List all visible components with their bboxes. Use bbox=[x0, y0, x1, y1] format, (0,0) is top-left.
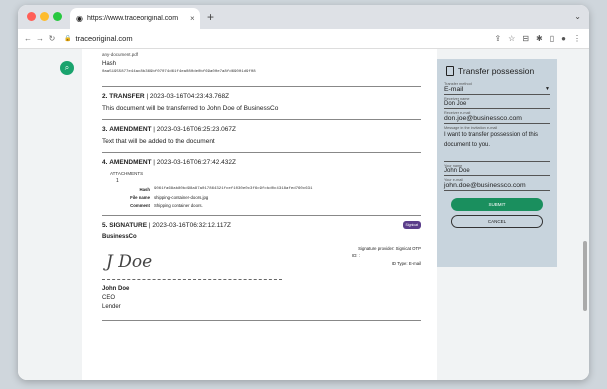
scrollbar[interactable] bbox=[583, 241, 587, 311]
handwritten-signature: J Doe bbox=[106, 252, 153, 272]
transfer-method-select[interactable]: E-mail ▼ bbox=[444, 86, 550, 95]
browser-toolbar: ⇪ ☆ ⊟ ✱ ▯ ● ⋮ bbox=[494, 34, 581, 43]
section-heading: 2. TRANSFER | 2023-03-16T04:23:43.768Z bbox=[102, 93, 230, 100]
zoom-icon[interactable]: ⌕ bbox=[60, 61, 74, 75]
receiver-name-input[interactable]: Don Joe bbox=[444, 101, 550, 109]
browser-tab[interactable]: ◉ https://www.traceoriginal.com × bbox=[70, 8, 200, 29]
hash-label: Hash bbox=[102, 61, 117, 67]
minimize-window-icon[interactable] bbox=[40, 12, 49, 21]
dropdown-arrow-icon: ▼ bbox=[545, 86, 550, 92]
sidebar-icon[interactable]: ▯ bbox=[550, 34, 554, 43]
forward-icon[interactable]: → bbox=[34, 34, 46, 43]
amendment-attachment-section: 4. AMENDMENT | 2023-03-16T06:27:42.432Z … bbox=[102, 152, 421, 215]
signer-id: ID: : bbox=[352, 253, 360, 258]
attachments-label: ATTACHMENTS bbox=[110, 171, 144, 176]
tab-bar: ◉ https://www.traceoriginal.com × + ⌄ bbox=[18, 5, 589, 29]
address-bar-row: ← → ↻ 🔒 traceoriginal.com ⇪ ☆ ⊟ ✱ ▯ ● ⋮ bbox=[18, 29, 589, 49]
signature-provider: Signature provider: Signicat OTP bbox=[358, 246, 421, 251]
attachment-number: 1 bbox=[116, 178, 119, 184]
attachment-hash: Hash 9061fa68ab80bd98a87a017864321fcef103… bbox=[139, 187, 313, 192]
media-icon[interactable]: ⊟ bbox=[522, 34, 529, 43]
signer-name: John Doe bbox=[102, 286, 130, 292]
share-icon[interactable]: ⇪ bbox=[494, 34, 501, 43]
section-heading: 4. AMENDMENT | 2023-03-16T06:27:42.432Z bbox=[102, 159, 236, 166]
amendment-section: 3. AMENDMENT | 2023-03-16T06:25:23.067Z … bbox=[102, 119, 421, 152]
bookmark-star-icon[interactable]: ☆ bbox=[508, 34, 515, 43]
extensions-icon[interactable]: ✱ bbox=[536, 34, 543, 43]
your-name-input[interactable]: John Doe bbox=[444, 168, 550, 176]
attachment-comment: Comment Shipping container doors. bbox=[130, 203, 203, 208]
back-icon[interactable]: ← bbox=[22, 34, 34, 43]
maximize-window-icon[interactable] bbox=[53, 12, 62, 21]
transfer-section: 2. TRANSFER | 2023-03-16T04:23:43.768Z T… bbox=[102, 86, 421, 119]
browser-window: ◉ https://www.traceoriginal.com × + ⌄ ← … bbox=[18, 5, 589, 380]
profile-icon[interactable]: ● bbox=[561, 34, 566, 43]
site-favicon-icon: ◉ bbox=[76, 14, 83, 23]
signer-id-type: ID Type: E-mail bbox=[391, 261, 421, 266]
browser-menu-icon[interactable]: ⋮ bbox=[573, 34, 581, 43]
submit-button[interactable]: SUBMIT bbox=[451, 198, 543, 211]
signer-title: CEO bbox=[102, 295, 116, 301]
close-tab-icon[interactable]: × bbox=[190, 14, 200, 23]
file-name: any-document.pdf bbox=[102, 52, 139, 57]
new-tab-icon[interactable]: + bbox=[207, 10, 214, 24]
panel-title: Transfer possession bbox=[446, 66, 550, 76]
hash-value: 0aa51955877e44ac8b369bf07074d61f4ea080de… bbox=[102, 70, 256, 74]
tab-title: https://www.traceoriginal.com bbox=[86, 15, 179, 22]
cancel-button[interactable]: CANCEL bbox=[451, 215, 543, 228]
section-heading: 3. AMENDMENT | 2023-03-16T06:25:23.067Z bbox=[102, 126, 236, 133]
message-textarea[interactable]: I want to transfer possession of this do… bbox=[444, 130, 550, 162]
transfer-possession-panel: Transfer possession Transfer method E-ma… bbox=[437, 59, 557, 267]
signature-section: 5. SIGNATURE | 2023-03-16T06:32:12.117Z … bbox=[102, 215, 421, 321]
your-email-input[interactable]: john.doe@businessco.com bbox=[444, 182, 550, 191]
tab-search-icon[interactable]: ⌄ bbox=[574, 12, 581, 21]
signer-company: BusinessCo bbox=[102, 234, 137, 240]
receiver-email-input[interactable]: don.joe@businessco.com bbox=[444, 115, 550, 124]
document-icon bbox=[446, 66, 454, 76]
section-text: Text that will be added to the document bbox=[102, 138, 215, 145]
close-window-icon[interactable] bbox=[27, 12, 36, 21]
lock-icon: 🔒 bbox=[64, 36, 72, 42]
signicat-badge: Signicat bbox=[402, 221, 421, 229]
document-view: any-document.pdf Hash 0aa51955877e44ac8b… bbox=[82, 49, 437, 380]
url-field[interactable]: 🔒 traceoriginal.com bbox=[64, 34, 494, 43]
attachment-file-name: File name shipping-container-doors.jpg bbox=[130, 195, 209, 200]
signer-role: Lender bbox=[102, 304, 121, 310]
section-heading: 5. SIGNATURE | 2023-03-16T06:32:12.117Z bbox=[102, 222, 232, 229]
section-text: This document will be transferred to Joh… bbox=[102, 105, 279, 112]
url-text: traceoriginal.com bbox=[75, 34, 133, 43]
reload-icon[interactable]: ↻ bbox=[46, 34, 58, 43]
signature-line bbox=[102, 279, 282, 280]
